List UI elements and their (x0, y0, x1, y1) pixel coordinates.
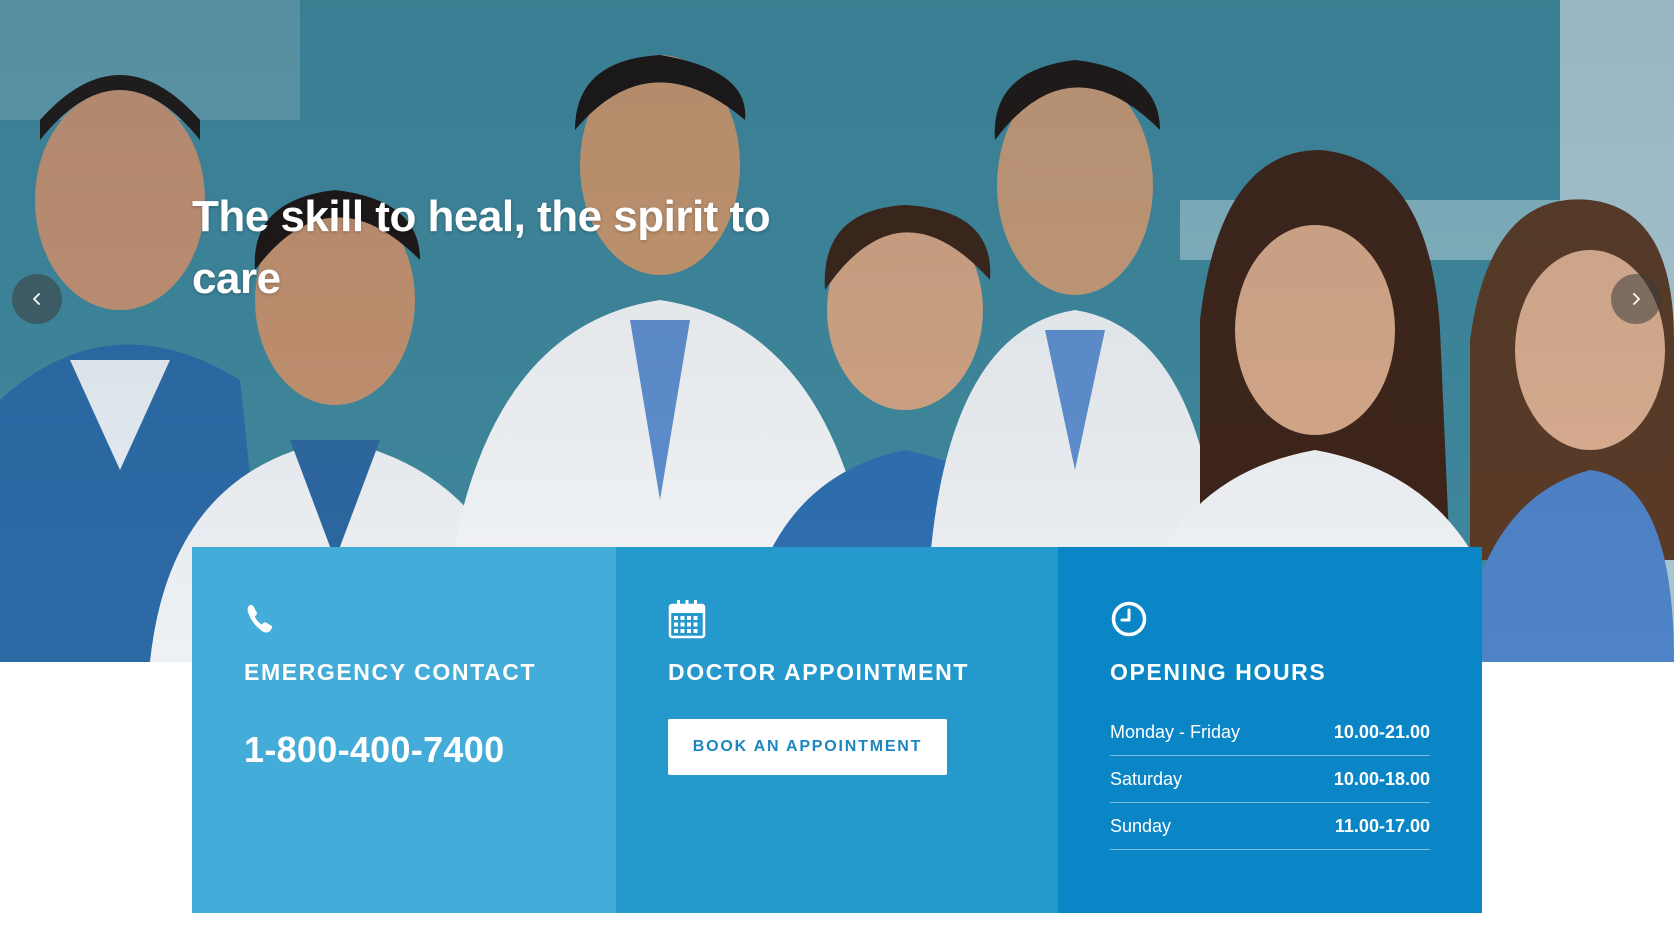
hours-row: Monday - Friday 10.00-21.00 (1110, 709, 1430, 756)
chevron-left-icon (33, 293, 40, 305)
book-appointment-button[interactable]: BOOK AN APPOINTMENT (668, 719, 947, 775)
info-boxes: EMERGENCY CONTACT 1-800-400-7400 DOCTOR … (192, 547, 1482, 913)
hours-time: 10.00-18.00 (1333, 768, 1430, 789)
calendar-icon (668, 600, 706, 639)
slider-next-button[interactable] (1611, 274, 1661, 324)
hours-day: Sunday (1110, 815, 1172, 836)
hours-row: Sunday 11.00-17.00 (1110, 803, 1430, 850)
doctor-appointment-title: DOCTOR APPOINTMENT (668, 659, 969, 685)
page: The skill to heal, the spirit to care EM… (0, 0, 1674, 940)
emergency-contact-box: EMERGENCY CONTACT 1-800-400-7400 (192, 547, 616, 913)
opening-hours-box: OPENING HOURS Monday - Friday 10.00-21.0… (1058, 547, 1482, 913)
emergency-phone-number[interactable]: 1-800-400-7400 (244, 729, 564, 771)
emergency-contact-title: EMERGENCY CONTACT (244, 659, 537, 685)
hero-title: The skill to heal, the spirit to care (192, 192, 771, 303)
slider-prev-button[interactable] (12, 274, 62, 324)
hours-time: 10.00-21.00 (1333, 721, 1430, 742)
hours-time: 11.00-17.00 (1334, 815, 1430, 836)
hours-day: Saturday (1110, 768, 1183, 789)
opening-hours-list: Monday - Friday 10.00-21.00 Saturday 10.… (1110, 709, 1430, 850)
clock-icon (1111, 601, 1147, 637)
opening-hours-title: OPENING HOURS (1110, 659, 1327, 685)
hours-row: Saturday 10.00-18.00 (1110, 756, 1430, 803)
doctor-appointment-box: DOCTOR APPOINTMENT BOOK AN APPOINTMENT (616, 547, 1058, 913)
phone-icon (247, 604, 273, 633)
chevron-right-icon (1633, 293, 1640, 305)
hours-day: Monday - Friday (1110, 721, 1241, 742)
